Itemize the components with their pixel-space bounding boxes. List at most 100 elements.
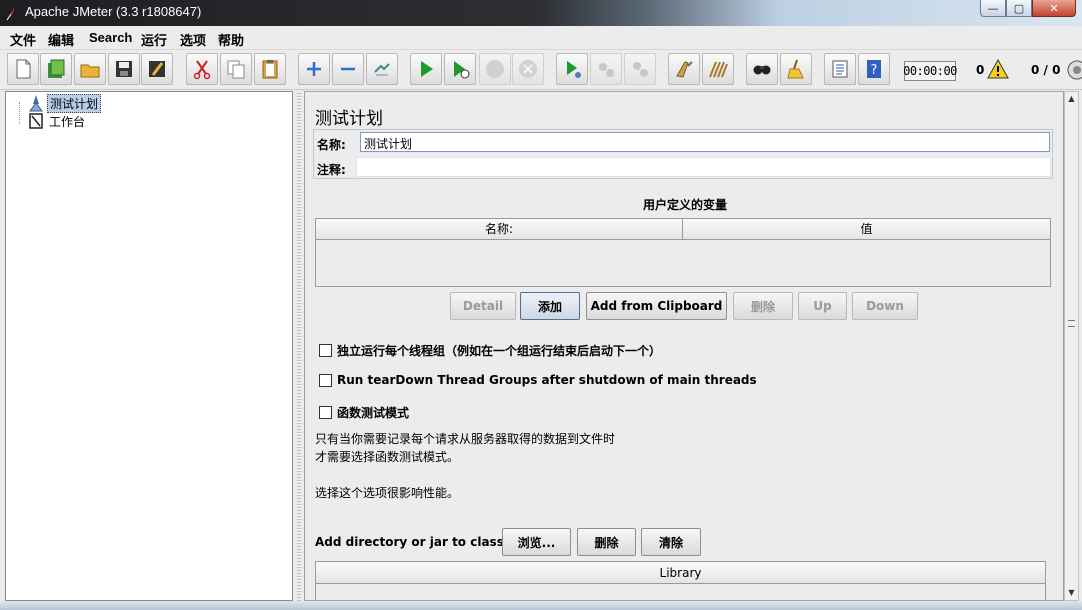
elapsed-timer: 00:00:00 xyxy=(903,61,957,81)
start-no-timers-icon xyxy=(454,61,470,79)
tree-node-workbench[interactable]: 工作台 xyxy=(28,112,87,130)
functional-mode-note-2: 才需要选择函数测试模式。 xyxy=(315,450,460,464)
remote-start-button[interactable] xyxy=(556,53,588,85)
toggle-button[interactable] xyxy=(366,53,398,85)
name-input[interactable]: 测试计划 xyxy=(360,132,1050,152)
menu-file[interactable]: 文件 xyxy=(10,30,36,49)
save-icon xyxy=(116,61,132,77)
copy-icon xyxy=(227,60,245,79)
down-button[interactable]: Down xyxy=(852,292,918,320)
window-title: Apache JMeter (3.3 r1808647) xyxy=(25,4,202,19)
menu-run[interactable]: 运行 xyxy=(141,30,167,49)
menu-options[interactable]: 选项 xyxy=(180,30,206,49)
delete-button[interactable]: 删除 xyxy=(733,292,793,320)
cut-button[interactable] xyxy=(186,53,218,85)
shutdown-button[interactable] xyxy=(512,53,544,85)
classpath-library-table[interactable]: Library xyxy=(315,561,1046,600)
collapse-button[interactable] xyxy=(332,53,364,85)
remote-exit-button[interactable] xyxy=(624,53,656,85)
expand-icon xyxy=(307,62,321,76)
workbench-icon xyxy=(29,113,43,129)
expand-button[interactable] xyxy=(298,53,330,85)
clear-icon xyxy=(676,61,693,78)
search-button[interactable] xyxy=(746,53,778,85)
start-no-timers-button[interactable] xyxy=(444,53,476,85)
column-header-value[interactable]: 值 xyxy=(683,219,1050,240)
function-helper-button[interactable] xyxy=(824,53,856,85)
tree-node-test-plan[interactable]: 测试计划 xyxy=(28,93,102,113)
save-screenshot-button[interactable] xyxy=(141,53,173,85)
add-button[interactable]: 添加 xyxy=(520,292,580,320)
panel-vertical-scrollbar[interactable]: ▲ ▼ xyxy=(1064,91,1079,601)
help-button[interactable]: ? xyxy=(858,53,890,85)
close-button[interactable]: ✕ xyxy=(1032,0,1076,17)
function-helper-icon xyxy=(832,60,848,78)
menu-help[interactable]: 帮助 xyxy=(218,30,244,49)
test-plan-icon xyxy=(29,95,43,112)
minimize-button[interactable]: — xyxy=(980,0,1006,17)
start-button[interactable] xyxy=(410,53,442,85)
classpath-delete-button[interactable]: 删除 xyxy=(577,528,636,556)
column-header-library[interactable]: Library xyxy=(316,562,1045,584)
detail-button[interactable]: Detail xyxy=(450,292,516,320)
svg-text:?: ? xyxy=(871,63,878,78)
scroll-up-icon[interactable]: ▲ xyxy=(1065,92,1078,106)
remote-stop-icon xyxy=(599,63,614,77)
tree-label-test-plan: 测试计划 xyxy=(47,93,102,113)
run-teardown-checkbox[interactable]: Run tearDown Thread Groups after shutdow… xyxy=(319,373,757,387)
comment-label: 注释: xyxy=(317,163,346,177)
new-button[interactable] xyxy=(7,53,39,85)
scroll-thumb-grip[interactable] xyxy=(1068,320,1075,327)
remote-globe-icon xyxy=(1067,60,1082,80)
stop-button[interactable] xyxy=(479,53,511,85)
clear-button[interactable] xyxy=(668,53,700,85)
menu-bar: 文件 编辑 Search 运行 选项 帮助 xyxy=(0,26,1082,50)
open-button[interactable] xyxy=(74,53,106,85)
jmeter-feather-icon xyxy=(6,6,15,21)
up-button[interactable]: Up xyxy=(798,292,847,320)
collapse-icon xyxy=(341,67,355,71)
stop-icon xyxy=(486,60,504,78)
menu-edit[interactable]: 编辑 xyxy=(48,30,74,49)
maximize-icon: ▢ xyxy=(1013,1,1025,15)
paste-button[interactable] xyxy=(254,53,286,85)
window-bottom-edge xyxy=(0,601,1082,610)
add-from-clipboard-button[interactable]: Add from Clipboard xyxy=(586,292,727,320)
remote-stop-button[interactable] xyxy=(590,53,622,85)
test-plan-tree: 测试计划 工作台 xyxy=(5,91,293,601)
error-count: 0 xyxy=(976,63,985,77)
copy-button[interactable] xyxy=(220,53,252,85)
toggle-icon xyxy=(374,63,390,76)
comment-input[interactable] xyxy=(356,157,1051,177)
cut-icon xyxy=(193,60,211,80)
save-button[interactable] xyxy=(108,53,140,85)
classpath-clear-button[interactable]: 清除 xyxy=(641,528,701,556)
checkbox-label: 函数测试模式 xyxy=(337,406,410,420)
minimize-icon: — xyxy=(987,1,999,15)
reset-search-button[interactable] xyxy=(780,53,812,85)
column-header-name[interactable]: 名称: xyxy=(316,219,683,240)
maximize-button[interactable]: ▢ xyxy=(1006,0,1032,17)
user-variables-table[interactable]: 名称: 值 xyxy=(315,218,1051,287)
templates-button[interactable] xyxy=(40,53,72,85)
divider-grip xyxy=(297,91,301,601)
templates-icon xyxy=(48,59,65,78)
run-thread-groups-consecutively-checkbox[interactable]: 独立运行每个线程组（例如在一个组运行结束后启动下一个） xyxy=(319,342,661,359)
browse-button[interactable]: 浏览... xyxy=(502,528,571,556)
tree-line xyxy=(19,102,20,124)
scroll-down-icon[interactable]: ▼ xyxy=(1065,586,1078,600)
split-pane-divider[interactable] xyxy=(294,91,304,601)
warning-icon[interactable] xyxy=(987,59,1009,79)
panel-title: 测试计划 xyxy=(315,109,383,128)
jmeter-window: Apache JMeter (3.3 r1808647) — ▢ ✕ 文件 编辑… xyxy=(0,0,1082,610)
checkbox-box xyxy=(319,344,332,357)
functional-test-mode-checkbox[interactable]: 函数测试模式 xyxy=(319,404,409,421)
checkbox-box xyxy=(319,406,332,419)
reset-search-icon xyxy=(787,59,804,79)
checkbox-label: 独立运行每个线程组（例如在一个组运行结束后启动下一个） xyxy=(337,344,662,358)
menu-search[interactable]: Search xyxy=(89,30,132,45)
tree-label-workbench: 工作台 xyxy=(49,114,86,129)
checkbox-label: Run tearDown Thread Groups after shutdow… xyxy=(337,373,757,387)
user-variables-title: 用户定义的变量 xyxy=(642,198,727,212)
clear-all-button[interactable] xyxy=(702,53,734,85)
